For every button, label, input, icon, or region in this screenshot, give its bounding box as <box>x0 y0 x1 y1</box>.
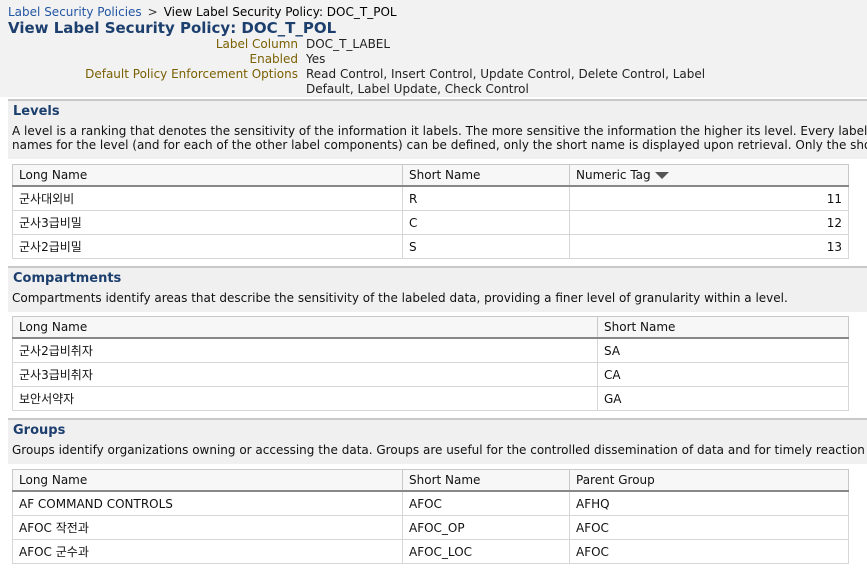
compartments-description: Compartments identify areas that describ… <box>12 291 788 305</box>
cell-short-name: R <box>402 185 570 211</box>
property-value: Read Control, Insert Control, Update Con… <box>306 67 706 96</box>
levels-section: Levels A level is a ranking that denotes… <box>8 101 867 159</box>
cell-short-name: SA <box>597 337 849 363</box>
table-row[interactable]: 군사2급비밀 S 13 <box>12 234 849 259</box>
page-title: View Label Security Policy: DOC_T_POL <box>8 19 337 37</box>
column-header-label: Numeric Tag <box>576 168 651 182</box>
cell-numeric-tag: 11 <box>569 185 849 211</box>
table-row[interactable]: AFOC 군수과 AFOC_LOC AFOC <box>12 539 849 564</box>
cell-long-name: AFOC 작전과 <box>12 515 403 540</box>
compartments-heading: Compartments <box>13 271 122 286</box>
cell-long-name: 군사2급비취자 <box>12 337 598 363</box>
table-row[interactable]: 군사3급비취자 CA <box>12 362 849 387</box>
groups-description: Groups identify organizations owning or … <box>12 443 867 457</box>
cell-long-name: 보안서약자 <box>12 386 598 411</box>
breadcrumb: Label Security Policies > View Label Secur… <box>8 5 397 19</box>
table-row[interactable]: 군사대외비 R 11 <box>12 185 849 211</box>
groups-section: Groups Groups identify organizations own… <box>8 420 867 464</box>
property-label: Label Column <box>215 37 298 51</box>
property-default-enforcement: Default Policy Enforcement Options Read … <box>0 67 705 97</box>
property-enabled: Enabled Yes <box>0 52 326 67</box>
table-row[interactable]: 군사3급비밀 C 12 <box>12 210 849 235</box>
cell-parent-group: AFOC <box>569 539 849 564</box>
cell-short-name: AFOC <box>402 490 570 516</box>
property-label-column: Label Column DOC_T_LABEL <box>0 37 390 52</box>
column-header-parent-group[interactable]: Parent Group <box>569 469 849 492</box>
cell-short-name: CA <box>597 362 849 387</box>
compartments-table: Long Name Short Name 군사2급비취자 SA 군사3급비취자 … <box>12 316 849 411</box>
cell-numeric-tag: 12 <box>569 210 849 235</box>
table-header-row: Long Name Short Name Parent Group <box>12 469 849 492</box>
levels-description-line1: A level is a ranking that denotes the se… <box>12 124 867 138</box>
levels-description-line2: names for the level (and for each of the… <box>12 138 867 152</box>
levels-heading: Levels <box>13 104 60 119</box>
table-header-row: Long Name Short Name Numeric Tag <box>12 164 849 187</box>
cell-long-name: 군사대외비 <box>12 185 403 211</box>
cell-long-name: 군사3급비취자 <box>12 362 598 387</box>
cell-short-name: AFOC_OP <box>402 515 570 540</box>
column-header-numeric-tag[interactable]: Numeric Tag <box>569 164 849 187</box>
cell-numeric-tag: 13 <box>569 234 849 259</box>
property-label: Enabled <box>249 52 299 66</box>
sort-descending-icon[interactable] <box>654 172 669 179</box>
groups-heading: Groups <box>13 423 66 438</box>
cell-parent-group: AFHQ <box>569 490 849 516</box>
cell-long-name: 군사3급비밀 <box>12 210 403 235</box>
table-header-row: Long Name Short Name <box>12 316 849 339</box>
cell-long-name: 군사2급비밀 <box>12 234 403 259</box>
column-header-short-name[interactable]: Short Name <box>402 164 570 187</box>
cell-short-name: GA <box>597 386 849 411</box>
column-header-short-name[interactable]: Short Name <box>597 316 849 339</box>
table-row[interactable]: 보안서약자 GA <box>12 386 849 411</box>
cell-long-name: AF COMMAND CONTROLS <box>12 490 403 516</box>
column-header-long-name[interactable]: Long Name <box>12 469 403 492</box>
breadcrumb-link-label-security-policies[interactable]: Label Security Policies <box>8 5 142 19</box>
table-row[interactable]: AF COMMAND CONTROLS AFOC AFHQ <box>12 490 849 516</box>
table-row[interactable]: 군사2급비취자 SA <box>12 337 849 363</box>
column-header-short-name[interactable]: Short Name <box>402 469 570 492</box>
compartments-section: Compartments Compartments identify areas… <box>8 268 867 312</box>
property-value: DOC_T_LABEL <box>306 37 391 51</box>
table-row[interactable]: AFOC 작전과 AFOC_OP AFOC <box>12 515 849 540</box>
levels-table: Long Name Short Name Numeric Tag 군사대외비 R… <box>12 164 849 259</box>
property-label: Default Policy Enforcement Options <box>85 67 298 81</box>
property-value: Yes <box>306 52 326 66</box>
cell-long-name: AFOC 군수과 <box>12 539 403 564</box>
breadcrumb-current: View Label Security Policy: DOC_T_POL <box>163 5 397 19</box>
breadcrumb-separator: > <box>147 5 158 19</box>
column-header-long-name[interactable]: Long Name <box>12 316 598 339</box>
page-header: Label Security Policies > View Label Secur… <box>0 0 867 97</box>
column-header-long-name[interactable]: Long Name <box>12 164 403 187</box>
cell-short-name: C <box>402 210 570 235</box>
cell-parent-group: AFOC <box>569 515 849 540</box>
groups-table: Long Name Short Name Parent Group AF COM… <box>12 469 849 564</box>
cell-short-name: S <box>402 234 570 259</box>
cell-short-name: AFOC_LOC <box>402 539 570 564</box>
